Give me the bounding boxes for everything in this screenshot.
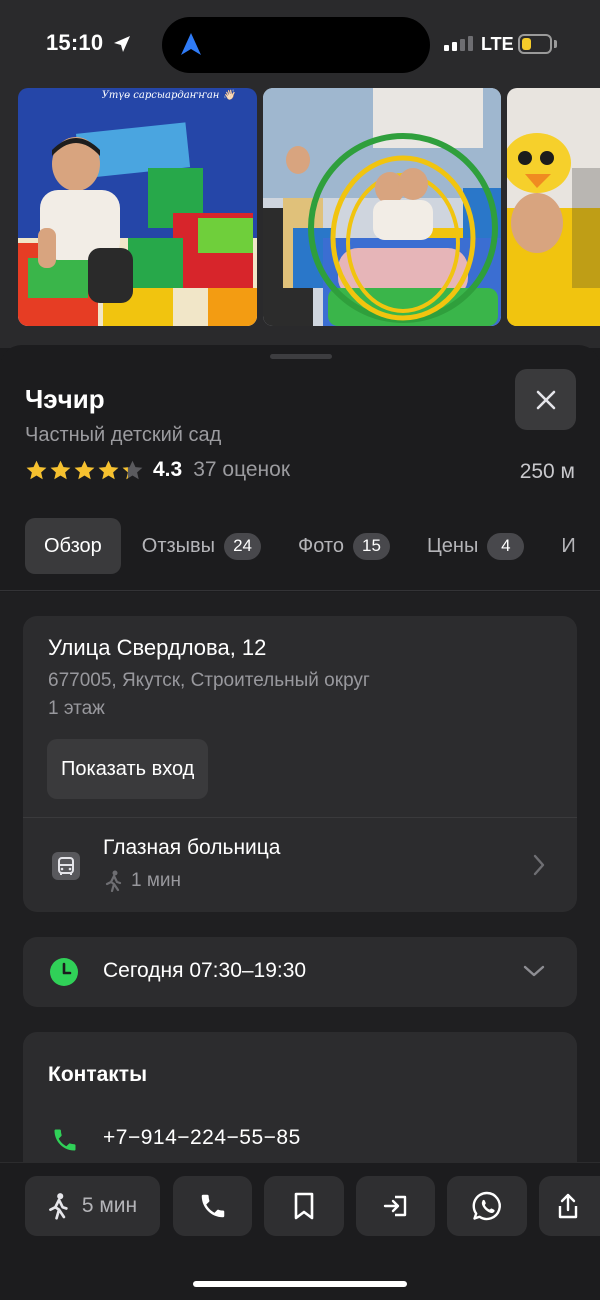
photo-item[interactable]: Утүө сарсыардаҥҥан 👋🏻 [18, 88, 257, 326]
hours-today: Сегодня 07:30–19:30 [103, 959, 307, 982]
tab-more[interactable]: И [561, 518, 575, 574]
address-street[interactable]: Улица Свердлова, 12 [48, 635, 266, 661]
tab-label: Отзывы [141, 534, 216, 557]
close-icon [536, 390, 555, 409]
battery-level [522, 38, 531, 50]
rating-stars [25, 459, 144, 482]
bookmark-button[interactable] [264, 1176, 344, 1236]
walk-route-button[interactable]: 5 мин [25, 1176, 160, 1236]
walk-time-button-label: 5 мин [81, 1194, 138, 1217]
walk-time-label: 1 мин [131, 870, 182, 891]
card-divider [23, 817, 577, 818]
place-category: Частный детский сад [25, 424, 222, 446]
clock-icon [50, 958, 78, 986]
tab-reviews[interactable]: Отзывы 24 [141, 518, 262, 574]
status-bar: 15:10 LTE [0, 0, 600, 88]
phone-icon [54, 1129, 76, 1151]
network-type: LTE [481, 34, 514, 54]
chevron-down-icon[interactable] [523, 964, 545, 978]
signal-strength [444, 36, 473, 51]
star-icon [26, 460, 47, 479]
tab-overview[interactable]: Обзор [25, 518, 121, 574]
tab-badge: 24 [224, 532, 262, 560]
photo-caption: Утүө сарсыардаҥҥан 👋🏻 [101, 90, 235, 101]
phone-number[interactable]: +7−914−224−55−85 [103, 1126, 301, 1150]
transit-walk-time: 1 мин [105, 870, 181, 892]
phone-icon [201, 1194, 224, 1218]
photo-item[interactable] [507, 88, 600, 326]
tab-bar: Обзор Отзывы 24 Фото 15 Цены 4 И [25, 518, 576, 574]
whatsapp-button[interactable] [447, 1176, 527, 1236]
address-floor: 1 этаж [48, 698, 105, 719]
bus-icon [52, 852, 80, 880]
address-locality: 677005, Якутск, Строительный округ [48, 670, 370, 691]
tab-badge: 15 [352, 532, 390, 560]
route-button[interactable] [356, 1176, 435, 1236]
star-icon [74, 460, 95, 479]
photo-item[interactable] [263, 88, 501, 326]
distance: 250 м [519, 460, 575, 483]
rating-value: 4.3 [153, 458, 183, 481]
tabs-divider [0, 590, 600, 591]
route-icon [383, 1195, 406, 1217]
star-icon [122, 460, 143, 479]
home-indicator[interactable] [193, 1281, 407, 1287]
place-title: Чэчир [25, 384, 105, 414]
show-entrance-button[interactable]: Показать вход [47, 739, 209, 799]
tab-photos[interactable]: Фото 15 [298, 518, 390, 574]
contacts-title: Контакты [48, 1063, 148, 1086]
dynamic-island [162, 17, 430, 73]
status-time: 15:10 [46, 30, 104, 55]
transit-stop-name[interactable]: Глазная больница [103, 836, 280, 860]
tab-label: Цены [426, 534, 479, 557]
rating-row[interactable]: 4.3 37 оценок [25, 458, 290, 482]
battery-indicator [518, 34, 552, 54]
bookmark-icon [294, 1192, 314, 1220]
address-card: Улица Свердлова, 12 677005, Якутск, Стро… [23, 616, 577, 912]
chevron-right-icon[interactable] [533, 854, 545, 876]
whatsapp-icon [472, 1191, 501, 1221]
photo-gallery[interactable]: Утүө сарсыардаҥҥан 👋🏻 [0, 88, 600, 348]
call-button[interactable] [173, 1176, 252, 1236]
tab-badge: 4 [487, 532, 525, 560]
sheet-grabber[interactable] [270, 354, 332, 359]
place-sheet: Чэчир Частный детский сад 4.3 37 оценок … [0, 345, 600, 1300]
rating-count: 37 оценок [193, 458, 291, 481]
share-icon [558, 1193, 578, 1219]
star-icon [98, 460, 119, 479]
tab-label: Обзор [44, 534, 102, 557]
navigation-icon [181, 33, 201, 55]
tab-label: Фото [298, 534, 344, 557]
action-bar: 5 мин [0, 1162, 600, 1300]
tab-prices[interactable]: Цены 4 [426, 518, 525, 574]
battery-tip [554, 40, 557, 48]
walk-icon [105, 870, 122, 892]
tab-label: И [561, 534, 576, 557]
location-arrow-icon [114, 36, 130, 52]
star-icon [50, 460, 71, 479]
share-button[interactable] [539, 1176, 600, 1236]
close-button[interactable] [515, 369, 576, 430]
hours-card[interactable]: Сегодня 07:30–19:30 [23, 937, 577, 1007]
walk-icon [48, 1193, 68, 1220]
